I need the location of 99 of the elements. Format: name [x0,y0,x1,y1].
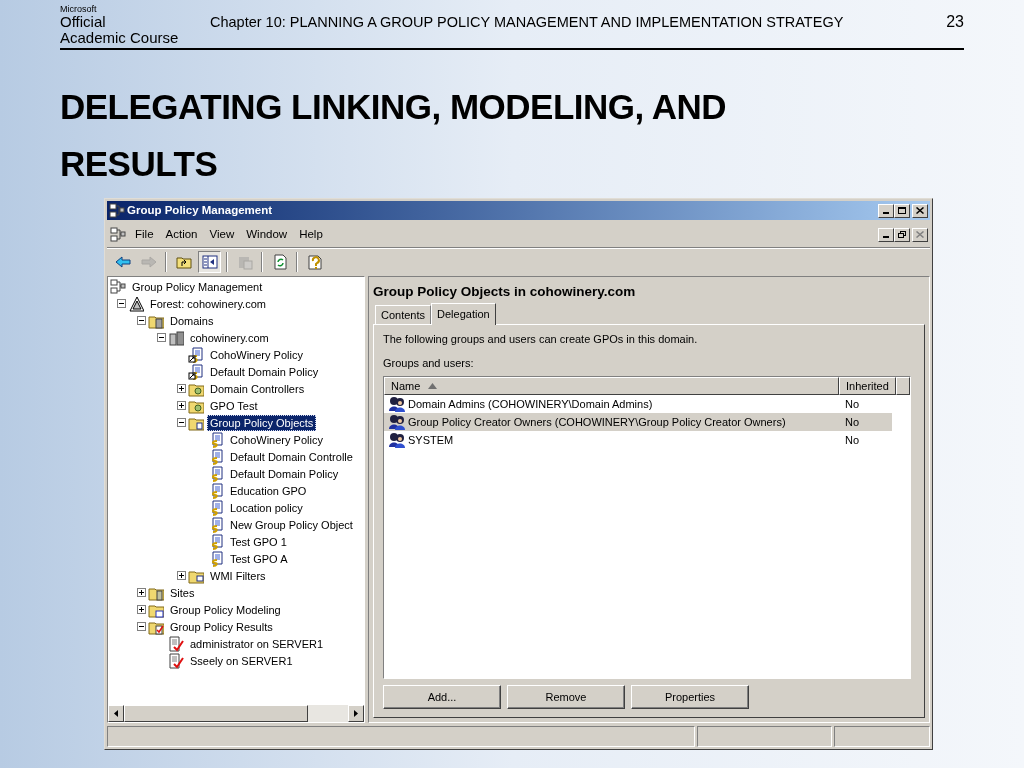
scrollbar-thumb[interactable] [124,705,308,722]
minus-box-icon[interactable] [137,622,146,631]
right-arrow-icon [140,254,157,270]
dialog-button[interactable]: Add... [383,685,501,709]
minimize-button[interactable] [878,203,894,218]
tree-item[interactable]: GPO Test [207,397,261,414]
tree-item[interactable]: Test GPO 1 [227,533,290,550]
users-icon [388,432,406,448]
plus-box-icon[interactable] [177,401,186,410]
dialog-button[interactable]: Remove [507,685,625,709]
left-arrow-icon [114,254,131,270]
tree-item[interactable]: Location policy [227,499,306,516]
tree-item[interactable]: Sseely on SERVER1 [187,652,296,669]
table-cell-text: Group Policy Creator Owners (COHOWINERY\Group Policy Creator Owners) [408,414,786,430]
tree-item[interactable]: New Group Policy Object [227,516,356,533]
tree-item[interactable]: Education GPO [227,482,310,499]
tree-item[interactable]: Group Policy Management [129,278,266,295]
checked-document-icon [168,652,184,669]
logo-text: Official [60,14,107,30]
plus-box-icon[interactable] [137,588,146,597]
minimize-button[interactable] [878,227,894,242]
tree-item[interactable]: Sites [167,584,198,601]
window-title: Group Policy Management [127,202,273,218]
list-row[interactable]: Group Policy Creator Owners (COHOWINERY\Group Policy Creator Owners) No [384,413,892,431]
table-cell-text: No [844,414,860,430]
brand-name: Microsoft [60,5,98,14]
tree-item[interactable]: Domains [167,312,217,329]
maximize-icon [898,207,906,214]
chapter-title: Chapter 10: PLANNING A GROUP POLICY MANAGEMENT AND IMPLEMENTATION STRATEGY [210,13,844,33]
right-triangle-icon [354,710,358,717]
scroll-shortcut-icon [188,363,204,380]
close-icon [916,207,924,214]
restore-button[interactable] [894,227,910,242]
menu-item[interactable]: File [129,225,160,244]
scroll-left-button[interactable] [108,705,124,722]
tree-item[interactable]: Domain Controllers [207,380,308,397]
pane-heading: Group Policy Objects in cohowinery.com [373,283,637,301]
tree-item[interactable]: CohoWinery Policy [227,431,326,448]
maximize-button[interactable] [894,203,910,218]
table-cell-text: No [844,432,860,448]
sort-arrow-icon [428,383,438,389]
users-icon [388,396,406,412]
tree-item[interactable]: Forest: cohowinery.com [147,295,269,312]
tree-item[interactable]: Default Domain Controlle [227,448,356,465]
tree-item[interactable]: Default Domain Policy [207,363,322,380]
triangle-icon [128,295,144,312]
users-icon [388,414,406,430]
close-button[interactable] [912,203,928,218]
plus-box-icon[interactable] [177,384,186,393]
minus-box-icon[interactable] [157,333,166,342]
plus-box-icon[interactable] [177,571,186,580]
tree-item[interactable]: administrator on SERVER1 [187,635,327,652]
list-row[interactable]: Domain Admins (COHOWINERY\Domain Admins) No [384,395,892,413]
checked-document-icon [168,635,184,652]
tree-item[interactable]: Test GPO A [227,550,291,567]
plus-box-icon[interactable] [137,605,146,614]
restore-icon [898,231,906,238]
tree-item[interactable]: Group Policy Objects [207,414,317,431]
menu-item[interactable]: Action [159,225,204,244]
page-number: 23 [946,12,964,32]
tree-item[interactable]: Group Policy Modeling [167,601,284,618]
menu-item[interactable]: Help [293,225,329,244]
column-label: Inherited [846,378,889,394]
close-button[interactable] [912,227,928,242]
folder-up-icon [175,254,192,270]
logo-text: Academic Course [60,30,180,46]
dialog-button[interactable]: Properties [631,685,749,709]
menu-item[interactable]: View [203,225,241,244]
table-cell-text: No [844,396,860,412]
minus-box-icon[interactable] [177,418,186,427]
menu-item[interactable]: Window [240,225,294,244]
list-label: Groups and users: [383,355,475,371]
left-triangle-icon [114,710,118,717]
console-icon [110,227,126,242]
list-row[interactable]: SYSTEM No [384,431,892,449]
tree-item[interactable]: WMI Filters [207,567,269,584]
minus-box-icon[interactable] [137,316,146,325]
column-header[interactable]: Name [384,377,839,395]
pane-toggle-icon [201,254,218,270]
tree-item[interactable]: Default Domain Policy [227,465,342,482]
slide-title: DELEGATING LINKING, MODELING, AND RESULTS [60,86,727,185]
scroll-shortcut-icon [188,346,204,363]
console-icon [109,203,125,218]
tree-item[interactable]: Group Policy Results [167,618,276,635]
tree-item[interactable]: CohoWinery Policy [207,346,306,363]
tab[interactable]: Delegation [431,303,496,325]
minus-box-icon[interactable] [117,299,126,308]
description-text: The following groups and users can create GPOs in this domain. [383,332,699,347]
column-header[interactable]: Inherited [839,377,896,395]
tab[interactable]: Contents [375,305,432,324]
table-cell-text: Domain Admins (COHOWINERY\Domain Admins) [408,396,653,412]
tree-item[interactable]: cohowinery.com [187,329,272,346]
table-cell-text: SYSTEM [408,432,454,448]
refresh-icon [271,254,288,270]
column-label: Name [391,378,421,394]
close-icon [916,231,924,238]
scroll-right-button[interactable] [348,705,364,722]
show-tree-button[interactable] [198,251,221,273]
help-icon [306,254,323,270]
